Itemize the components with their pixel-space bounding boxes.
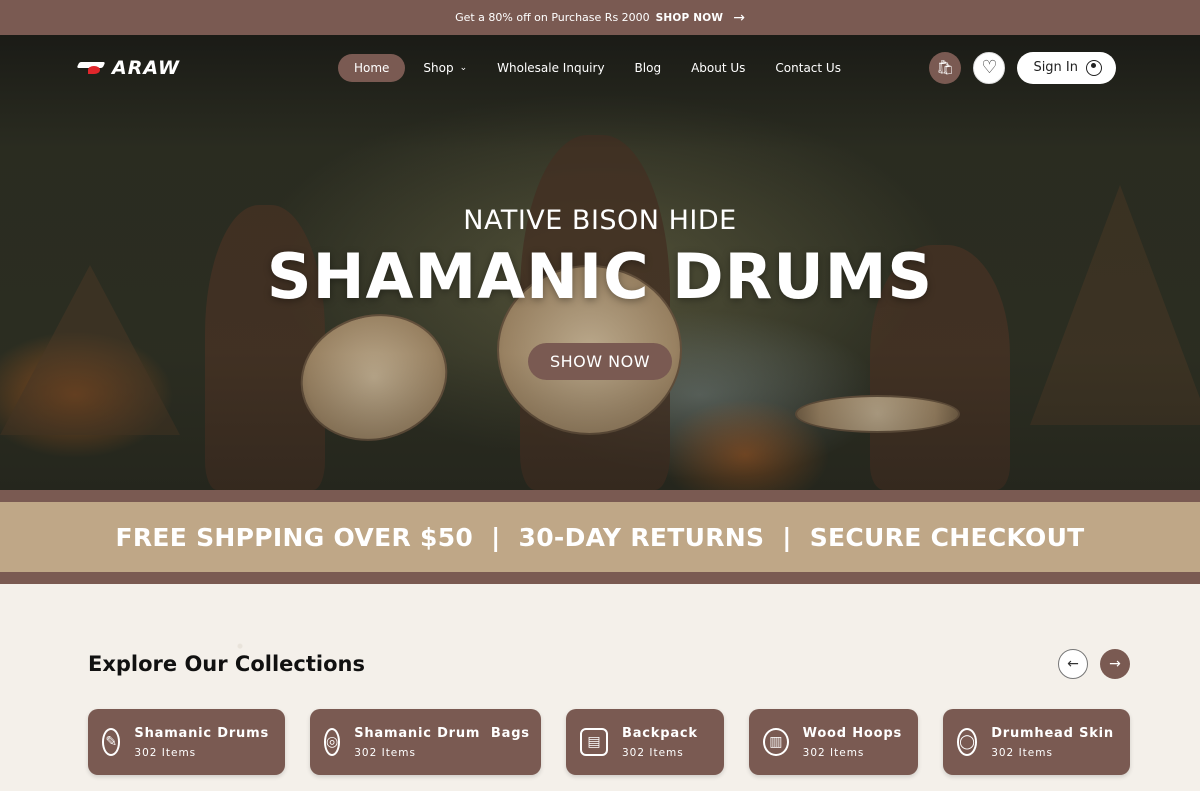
- nav-item-blog[interactable]: Blog: [623, 54, 674, 82]
- nav-item-home[interactable]: Home: [337, 53, 406, 82]
- collections-carousel: ✎ Shamanic Drums 302 Items ◎ Shamanic Dru…: [88, 709, 1130, 775]
- drum-bag-icon: ◎: [324, 728, 341, 756]
- main-nav: ARAW Home Shop ⌄ Wholesale Inquiry Blog …: [0, 35, 1200, 100]
- shopping-bag-icon[interactable]: 🛍: [929, 51, 962, 84]
- show-now-button[interactable]: SHOW NOW: [527, 343, 673, 380]
- shop-now-link[interactable]: SHOP NOW: [656, 12, 724, 24]
- hero-title: SHAMANIC DRUMS: [266, 240, 934, 313]
- sign-in-button[interactable]: Sign In: [1017, 51, 1116, 84]
- logo-mark-icon: [78, 60, 108, 76]
- nav-item-shop[interactable]: Shop ⌄: [411, 54, 479, 82]
- nav-item-contact-us[interactable]: Contact Us: [763, 54, 853, 82]
- collection-card-drumhead-skin[interactable]: ◯ Drumhead Skin 302 Items: [943, 709, 1130, 775]
- backpack-icon: ▤: [580, 728, 608, 756]
- nav-item-wholesale-inquiry[interactable]: Wholesale Inquiry: [485, 54, 616, 82]
- hero-subtitle: NATIVE BISON HIDE: [463, 205, 737, 236]
- collection-card-shamanic-drums[interactable]: ✎ Shamanic Drums 302 Items: [88, 709, 285, 775]
- hoop-icon: ▥: [763, 728, 789, 756]
- nav-menu: Home Shop ⌄ Wholesale Inquiry Blog About…: [337, 53, 853, 82]
- drumhead-icon: ◯: [957, 728, 978, 756]
- hero-text: NATIVE BISON HIDE SHAMANIC DRUMS SHOW NO…: [0, 205, 1200, 380]
- araw-logo[interactable]: ARAW: [78, 57, 180, 79]
- collection-card-backpack[interactable]: ▤ Backpack 302 Items: [566, 709, 724, 775]
- collections-title: Explore Our Collections: [88, 652, 365, 676]
- benefits-strip: FREE SHPPING OVER $50 | 30-DAY RETURNS |…: [0, 502, 1200, 572]
- chevron-down-icon: ⌄: [459, 62, 468, 73]
- collections-section: Explore Our Collections ← → ✎ Shamanic D…: [0, 584, 1200, 791]
- nav-item-about-us[interactable]: About Us: [679, 54, 757, 82]
- drum-mallet-icon: ✎: [102, 728, 121, 756]
- hero-banner: ARAW Home Shop ⌄ Wholesale Inquiry Blog …: [0, 35, 1200, 490]
- arrow-left-icon[interactable]: ←: [1058, 649, 1088, 679]
- collection-card-shamanic-drum-bags[interactable]: ◎ Shamanic Drum Bags 302 Items: [310, 709, 541, 775]
- heart-icon[interactable]: ♡: [973, 51, 1006, 84]
- promo-text: Get a 80% off on Purchase Rs 2000: [455, 11, 650, 24]
- benefits-text: FREE SHPPING OVER $50 | 30-DAY RETURNS |…: [115, 522, 1085, 552]
- user-icon: [1086, 59, 1102, 76]
- collection-card-wood-hoops[interactable]: ▥ Wood Hoops 302 Items: [749, 709, 918, 775]
- nav-actions: 🛍 ♡ Sign In: [929, 51, 1116, 84]
- arrow-right-icon[interactable]: →: [733, 10, 745, 26]
- arrow-right-icon[interactable]: →: [1100, 649, 1130, 679]
- promo-bar: Get a 80% off on Purchase Rs 2000 SHOP N…: [0, 0, 1200, 35]
